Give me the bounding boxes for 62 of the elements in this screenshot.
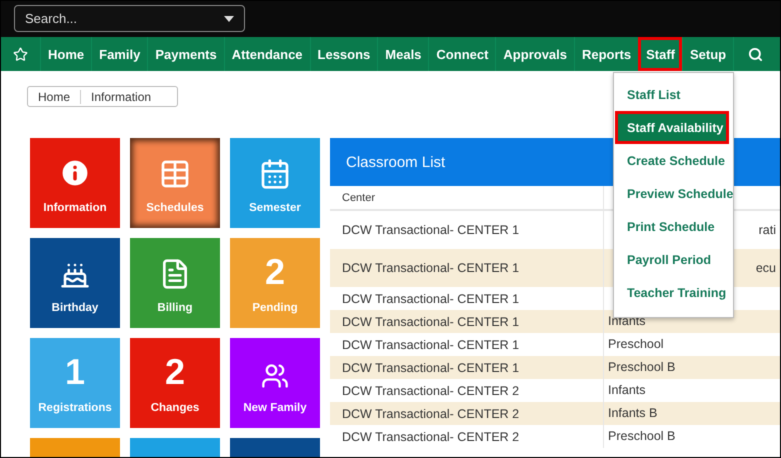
- table-cell: Preschool B: [608, 360, 676, 375]
- dashboard-tile[interactable]: Birthday: [30, 238, 120, 328]
- nav-item[interactable]: Attendance: [224, 37, 310, 71]
- breadcrumb-link[interactable]: Home: [28, 90, 82, 104]
- table-cell-text: DCW Transactional- CENTER 1: [341, 292, 520, 306]
- count-number: 2: [164, 354, 186, 390]
- tile-label: Semester: [249, 202, 301, 214]
- nav-item[interactable]: Home: [40, 37, 92, 71]
- count-number: 1: [64, 354, 86, 390]
- dashboard-tile[interactable]: New Family: [230, 338, 320, 428]
- nav-item[interactable]: Meals: [377, 37, 428, 71]
- table-cell: Infants: [608, 383, 646, 398]
- menu-item[interactable]: Payroll Period: [614, 243, 733, 276]
- menu-item[interactable]: Teacher Training: [614, 276, 733, 309]
- search-field[interactable]: Search...: [14, 5, 245, 32]
- tile-label: Billing: [157, 302, 193, 314]
- dashboard-tile[interactable]: Billing: [130, 238, 220, 328]
- table-cell: Infants: [608, 314, 646, 329]
- table-cell: Preschool B: [608, 429, 676, 444]
- table-cell: Infants B: [608, 406, 658, 421]
- table-cell-text: DCW Transactional- CENTER 2: [341, 430, 520, 444]
- tile-label: Schedules: [146, 202, 204, 214]
- table-cell-text: DCW Transactional- CENTER 1: [341, 223, 520, 237]
- table-cell-text: DCW Transactional- CENTER 1: [341, 261, 520, 275]
- menu-item[interactable]: Create Schedule: [614, 144, 733, 177]
- table-cell: Preschool: [608, 337, 664, 352]
- nav-item[interactable]: Family: [91, 37, 148, 71]
- table-cell-text: ecu: [756, 260, 777, 276]
- table-cell-text: DCW Transactional- CENTER 2: [341, 384, 520, 398]
- people-icon: [261, 362, 289, 390]
- dashboard-tile[interactable]: Information: [30, 138, 120, 228]
- table-cell-text: DCW Transactional- CENTER 2: [341, 406, 520, 420]
- tile-label: Birthday: [52, 302, 98, 314]
- nav-item[interactable]: Lessons: [310, 37, 378, 71]
- nav-item[interactable]: Setup: [682, 37, 734, 71]
- tile-label: Changes: [150, 402, 200, 414]
- breadcrumb-link[interactable]: Information: [81, 90, 178, 104]
- caret-icon: [224, 16, 234, 22]
- tile-label: New Family: [243, 402, 307, 414]
- tile-label: Pending: [252, 302, 298, 314]
- search-icon[interactable]: [748, 46, 764, 62]
- table-cell-text: DCW Transactional- CENTER 1: [341, 314, 520, 328]
- nav-item[interactable]: Approvals: [495, 37, 574, 71]
- nav-item[interactable]: Payments: [147, 37, 224, 71]
- table-cell-text: DCW Transactional- CENTER 1: [341, 338, 520, 352]
- star-icon[interactable]: [13, 46, 28, 62]
- calendar-icon: [259, 158, 291, 190]
- tile-label: Registrations: [38, 402, 112, 414]
- table-cell-text: rati: [758, 222, 777, 238]
- nav-item[interactable]: Connect: [428, 37, 496, 71]
- dashboard-tile[interactable]: 2 Changes: [130, 338, 220, 428]
- nav-item[interactable]: Staff: [638, 37, 682, 71]
- tile-label: Information: [43, 202, 107, 214]
- nav-item[interactable]: Reports: [574, 37, 638, 71]
- menu-item[interactable]: Staff List: [614, 78, 733, 111]
- table-cell-text: DCW Transactional- CENTER 1: [341, 360, 520, 374]
- menu-item[interactable]: Staff Availability: [615, 111, 729, 144]
- grid-icon: [159, 158, 191, 190]
- column-header: Center: [341, 192, 376, 204]
- dashboard-tile[interactable]: Semester: [230, 138, 320, 228]
- menu-item[interactable]: Print Schedule: [614, 210, 733, 243]
- count-number: 2: [264, 254, 286, 290]
